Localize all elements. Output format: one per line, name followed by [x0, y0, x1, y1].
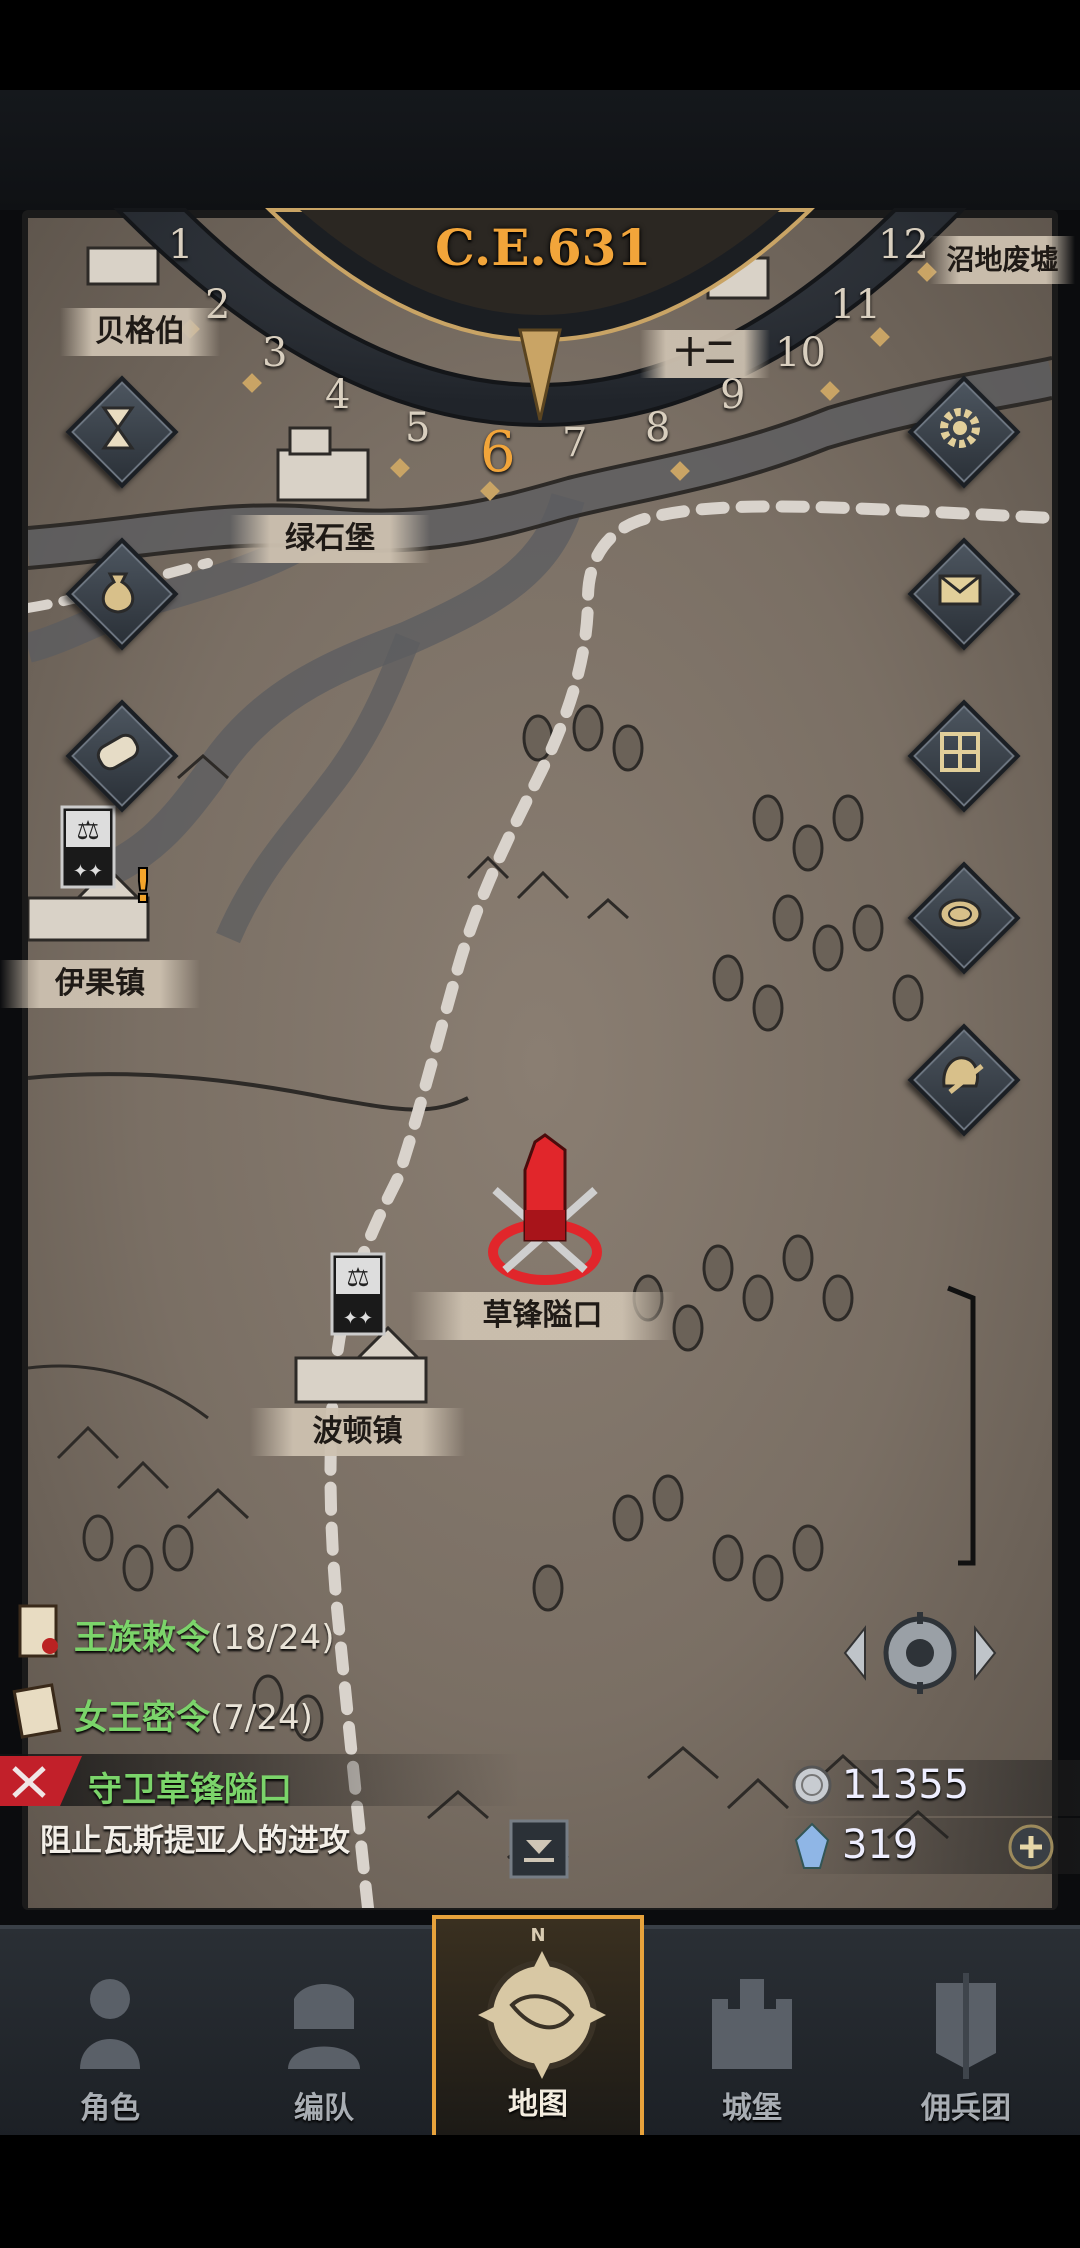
locate-control[interactable]: [835, 1598, 1005, 1708]
castle-icon: [712, 1979, 792, 2069]
nav-character[interactable]: 角色: [4, 1929, 216, 2139]
quest-title: 女王密令: [74, 1698, 210, 1738]
month-3: 3: [262, 330, 288, 376]
helmet-button[interactable]: [907, 1023, 1021, 1137]
svg-text:✦✦: ✦✦: [343, 1308, 373, 1329]
town-label-caofeng[interactable]: 草锋隘口: [410, 1292, 675, 1340]
helmet-icon: [942, 1056, 984, 1094]
active-quest-title[interactable]: 守卫草锋隘口: [88, 1762, 292, 1811]
mail-button[interactable]: [907, 537, 1021, 651]
town-label-zhaodi[interactable]: 沼地废墟: [930, 236, 1075, 284]
crystal-amount: 319: [842, 1822, 919, 1868]
nav-label: 角色: [80, 2091, 140, 2126]
quest-title: 王族敕令: [74, 1618, 210, 1658]
quest-queen-order[interactable]: 女王密令(7/24): [74, 1690, 313, 1739]
coin-button[interactable]: [907, 861, 1021, 975]
month-1: 1: [168, 222, 194, 268]
nav-formation[interactable]: 编队: [218, 1929, 430, 2139]
month-6-current: 6: [480, 420, 516, 485]
banner-icon: [936, 1973, 996, 2079]
bottom-nav: 角色 编队 N 地图 城堡 佣兵团: [0, 1915, 1080, 2139]
silver-coin-icon: [792, 1765, 832, 1805]
battle-marker-icon[interactable]: [465, 1130, 625, 1290]
month-4: 4: [325, 372, 351, 418]
crystal-icon: [794, 1822, 830, 1869]
mail-icon: [938, 574, 982, 606]
town-label-boton[interactable]: 波顿镇: [250, 1408, 465, 1456]
nav-mercenaries[interactable]: 佣兵团: [860, 1929, 1072, 2139]
faction-banner-icon: ⚖ ✦✦: [330, 1252, 386, 1336]
collapse-button[interactable]: [508, 1818, 570, 1880]
nav-map[interactable]: N 地图: [432, 1915, 644, 2139]
hourglass-button[interactable]: [65, 375, 179, 489]
nav-label: 编队: [294, 2091, 354, 2126]
money-bag-icon: [101, 572, 135, 614]
faction-banner-icon: ⚖ ✦✦: [60, 805, 116, 889]
grid-icon: [940, 732, 980, 772]
month-8: 8: [645, 405, 671, 451]
quest-scroll-icon: [18, 1604, 58, 1658]
town-label-yiguo[interactable]: 伊果镇: [0, 960, 200, 1008]
month-7: 7: [562, 420, 588, 466]
town-label-bege[interactable]: 贝格伯: [60, 308, 220, 356]
scroll-button[interactable]: [65, 699, 179, 813]
svg-text:!: !: [133, 859, 154, 913]
month-12: 12: [878, 222, 929, 268]
armored-knight-icon: [288, 1984, 360, 2069]
svg-text:✦✦: ✦✦: [73, 861, 103, 882]
money-bag-button[interactable]: [65, 537, 179, 651]
crossed-swords-icon: [0, 1756, 82, 1806]
quest-count: (7/24): [210, 1698, 313, 1738]
nav-label: 佣兵团: [921, 2091, 1011, 2126]
nav-label: 地图: [508, 2087, 568, 2122]
town-label-lvshibao[interactable]: 绿石堡: [230, 515, 430, 563]
settings-button[interactable]: [907, 375, 1021, 489]
era-year: C.E.631: [435, 218, 652, 277]
knight-icon: [80, 1979, 140, 2069]
gear-icon: [940, 408, 980, 448]
silver-amount: 11355: [842, 1762, 970, 1808]
compass-letter: N: [530, 1925, 546, 1946]
active-quest-description: 阻止瓦斯提亚人的进攻: [40, 1823, 350, 1859]
scroll-icon: [96, 733, 140, 771]
svg-text:⚖: ⚖: [76, 816, 99, 846]
month-5: 5: [405, 405, 431, 451]
quest-scroll-icon: [12, 1683, 62, 1739]
town-label-shier[interactable]: 十二: [640, 330, 770, 378]
month-10: 10: [775, 330, 826, 376]
quest-count: (18/24): [210, 1618, 335, 1658]
svg-text:⚖: ⚖: [346, 1263, 369, 1293]
nav-castle[interactable]: 城堡: [646, 1929, 858, 2139]
nav-label: 城堡: [722, 2091, 782, 2126]
hourglass-icon: [101, 406, 135, 450]
quest-royal-decree[interactable]: 王族敕令(18/24): [74, 1610, 335, 1659]
month-9: 9: [720, 372, 746, 418]
coin-icon: [938, 898, 982, 930]
month-11: 11: [830, 282, 881, 328]
alert-icon: !: [132, 858, 155, 914]
compass-map-icon: [478, 1951, 606, 2079]
grid-menu-button[interactable]: [907, 699, 1021, 813]
system-nav-area: [0, 2135, 1080, 2248]
add-crystal-button[interactable]: [1006, 1822, 1056, 1872]
